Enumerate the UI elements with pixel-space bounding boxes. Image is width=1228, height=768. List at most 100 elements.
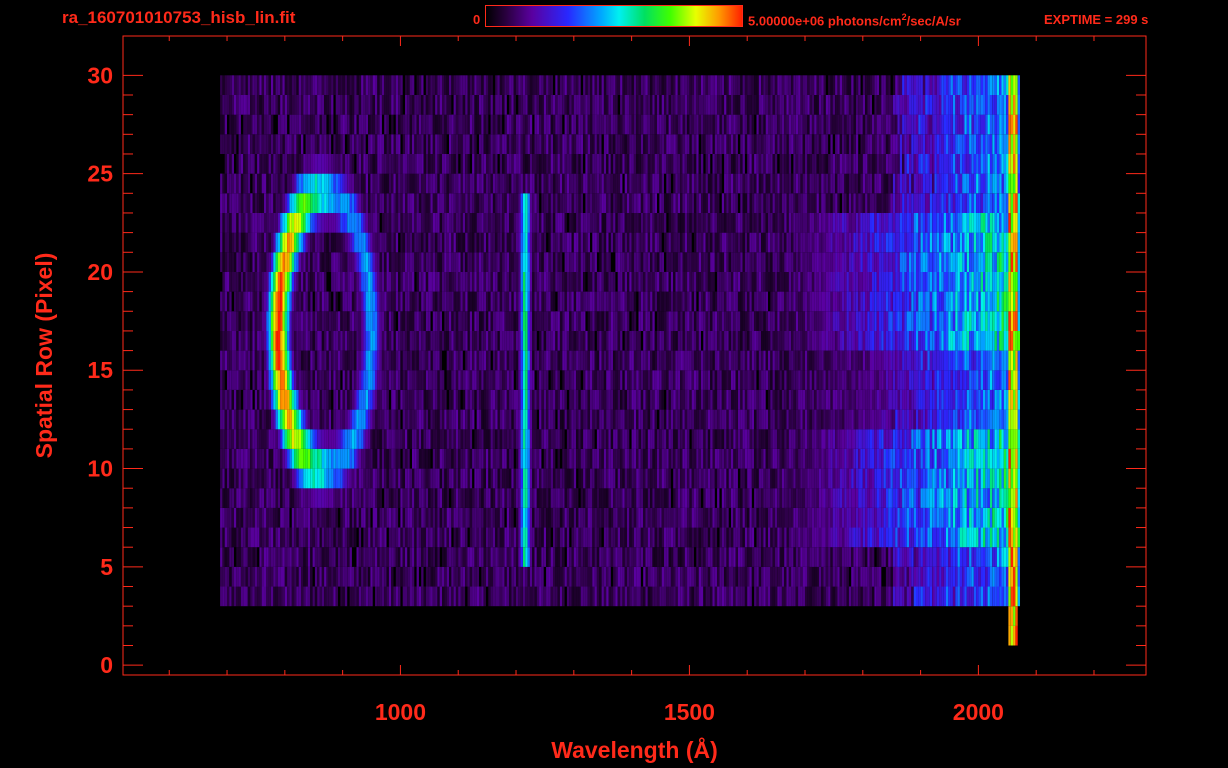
heatmap-cell	[946, 507, 949, 528]
heatmap-cell	[694, 586, 697, 607]
heatmap-cell	[254, 586, 258, 607]
heatmap-cell	[756, 409, 759, 430]
heatmap-cell	[761, 350, 764, 371]
heatmap-cell	[830, 566, 833, 587]
heatmap-cell	[553, 370, 556, 390]
heatmap-cell	[492, 448, 496, 469]
heatmap-cell	[534, 350, 537, 371]
heatmap-cell	[777, 468, 780, 489]
heatmap-cell	[442, 586, 445, 607]
heatmap-cell	[860, 330, 863, 351]
heatmap-cell	[814, 429, 817, 449]
heatmap-cell	[738, 448, 741, 469]
heatmap-cell	[848, 350, 852, 371]
heatmap-cell	[837, 389, 840, 410]
heatmap-cell	[809, 547, 812, 567]
heatmap-cell	[562, 429, 565, 449]
heatmap-cell	[407, 429, 410, 449]
heatmap-cell	[222, 586, 225, 607]
heatmap-cell	[1006, 389, 1009, 410]
heatmap-cell	[455, 448, 459, 469]
heatmap-cell	[768, 566, 771, 587]
heatmap-cell	[633, 586, 637, 607]
heatmap-cell	[622, 527, 625, 548]
heatmap-cell	[798, 566, 801, 587]
heatmap-cell	[897, 488, 900, 508]
heatmap-cell	[707, 389, 711, 410]
heatmap-cell	[788, 507, 792, 528]
heatmap-cell	[659, 370, 662, 390]
heatmap-cell	[465, 547, 468, 567]
heatmap-cell	[418, 448, 422, 469]
heatmap-cell	[610, 507, 614, 528]
heatmap-cell	[897, 448, 900, 469]
heatmap-cell	[428, 389, 431, 410]
heatmap-cell	[985, 586, 988, 607]
heatmap-cell	[442, 547, 445, 567]
heatmap-cell	[615, 311, 618, 331]
heatmap-cell	[506, 370, 510, 390]
heatmap-cell	[955, 527, 958, 548]
heatmap-cell	[999, 547, 1002, 567]
heatmap-cell	[636, 330, 639, 351]
heatmap-cell	[765, 311, 769, 331]
heatmap-cell	[867, 409, 870, 430]
heatmap-cell	[906, 389, 910, 410]
heatmap-cell	[280, 409, 283, 430]
heatmap-cell	[229, 566, 232, 587]
heatmap-cell	[516, 409, 519, 430]
heatmap-cell	[608, 370, 611, 390]
heatmap-cell	[714, 409, 718, 430]
heatmap-cell	[275, 409, 278, 430]
heatmap-cell	[599, 350, 602, 371]
heatmap-cell	[312, 448, 315, 469]
heatmap-cell	[932, 507, 935, 528]
heatmap-cell	[534, 547, 537, 567]
heatmap-cell	[238, 488, 241, 508]
heatmap-cell	[559, 389, 563, 410]
heatmap-cell	[562, 488, 565, 508]
heatmap-cell	[583, 507, 586, 528]
heatmap-cell	[664, 527, 667, 548]
heatmap-cell	[354, 389, 357, 410]
heatmap-cell	[694, 311, 697, 331]
heatmap-cell	[1015, 625, 1018, 646]
heatmap-cell	[913, 330, 917, 351]
heatmap-cell	[520, 330, 523, 351]
heatmap-cell	[546, 448, 549, 469]
heatmap-cell	[983, 350, 986, 371]
heatmap-cell	[747, 566, 750, 587]
heatmap-cell	[220, 566, 223, 587]
heatmap-cell	[486, 566, 489, 587]
heatmap-cell	[432, 409, 436, 430]
heatmap-cell	[675, 488, 678, 508]
heatmap-cell	[527, 350, 530, 371]
heatmap-cell	[795, 429, 799, 449]
heatmap-cell	[647, 448, 651, 469]
heatmap-cell	[335, 566, 339, 587]
heatmap-cell	[273, 311, 276, 331]
heatmap-cell	[791, 468, 794, 489]
heatmap-cell	[862, 409, 866, 430]
heatmap-cell	[229, 488, 232, 508]
heatmap-cell	[321, 389, 325, 410]
heatmap-cell	[462, 370, 466, 390]
heatmap-cell	[520, 547, 523, 567]
heatmap-cell	[402, 389, 406, 410]
heatmap-cell	[553, 527, 556, 548]
heatmap-cell	[758, 311, 762, 331]
heatmap-cell	[449, 311, 452, 331]
heatmap-cell	[363, 409, 366, 430]
heatmap-cell	[918, 350, 921, 371]
heatmap-cell	[994, 429, 997, 449]
heatmap-cell	[738, 507, 741, 528]
heatmap-cell	[291, 409, 295, 430]
heatmap-cell	[231, 488, 235, 508]
heatmap-cell	[347, 468, 350, 489]
heatmap-cell	[777, 311, 780, 331]
heatmap-cell	[830, 468, 833, 489]
heatmap-cell	[356, 488, 359, 508]
heatmap-cell	[395, 566, 399, 587]
heatmap-cell	[909, 389, 912, 410]
heatmap-cell	[756, 330, 759, 351]
